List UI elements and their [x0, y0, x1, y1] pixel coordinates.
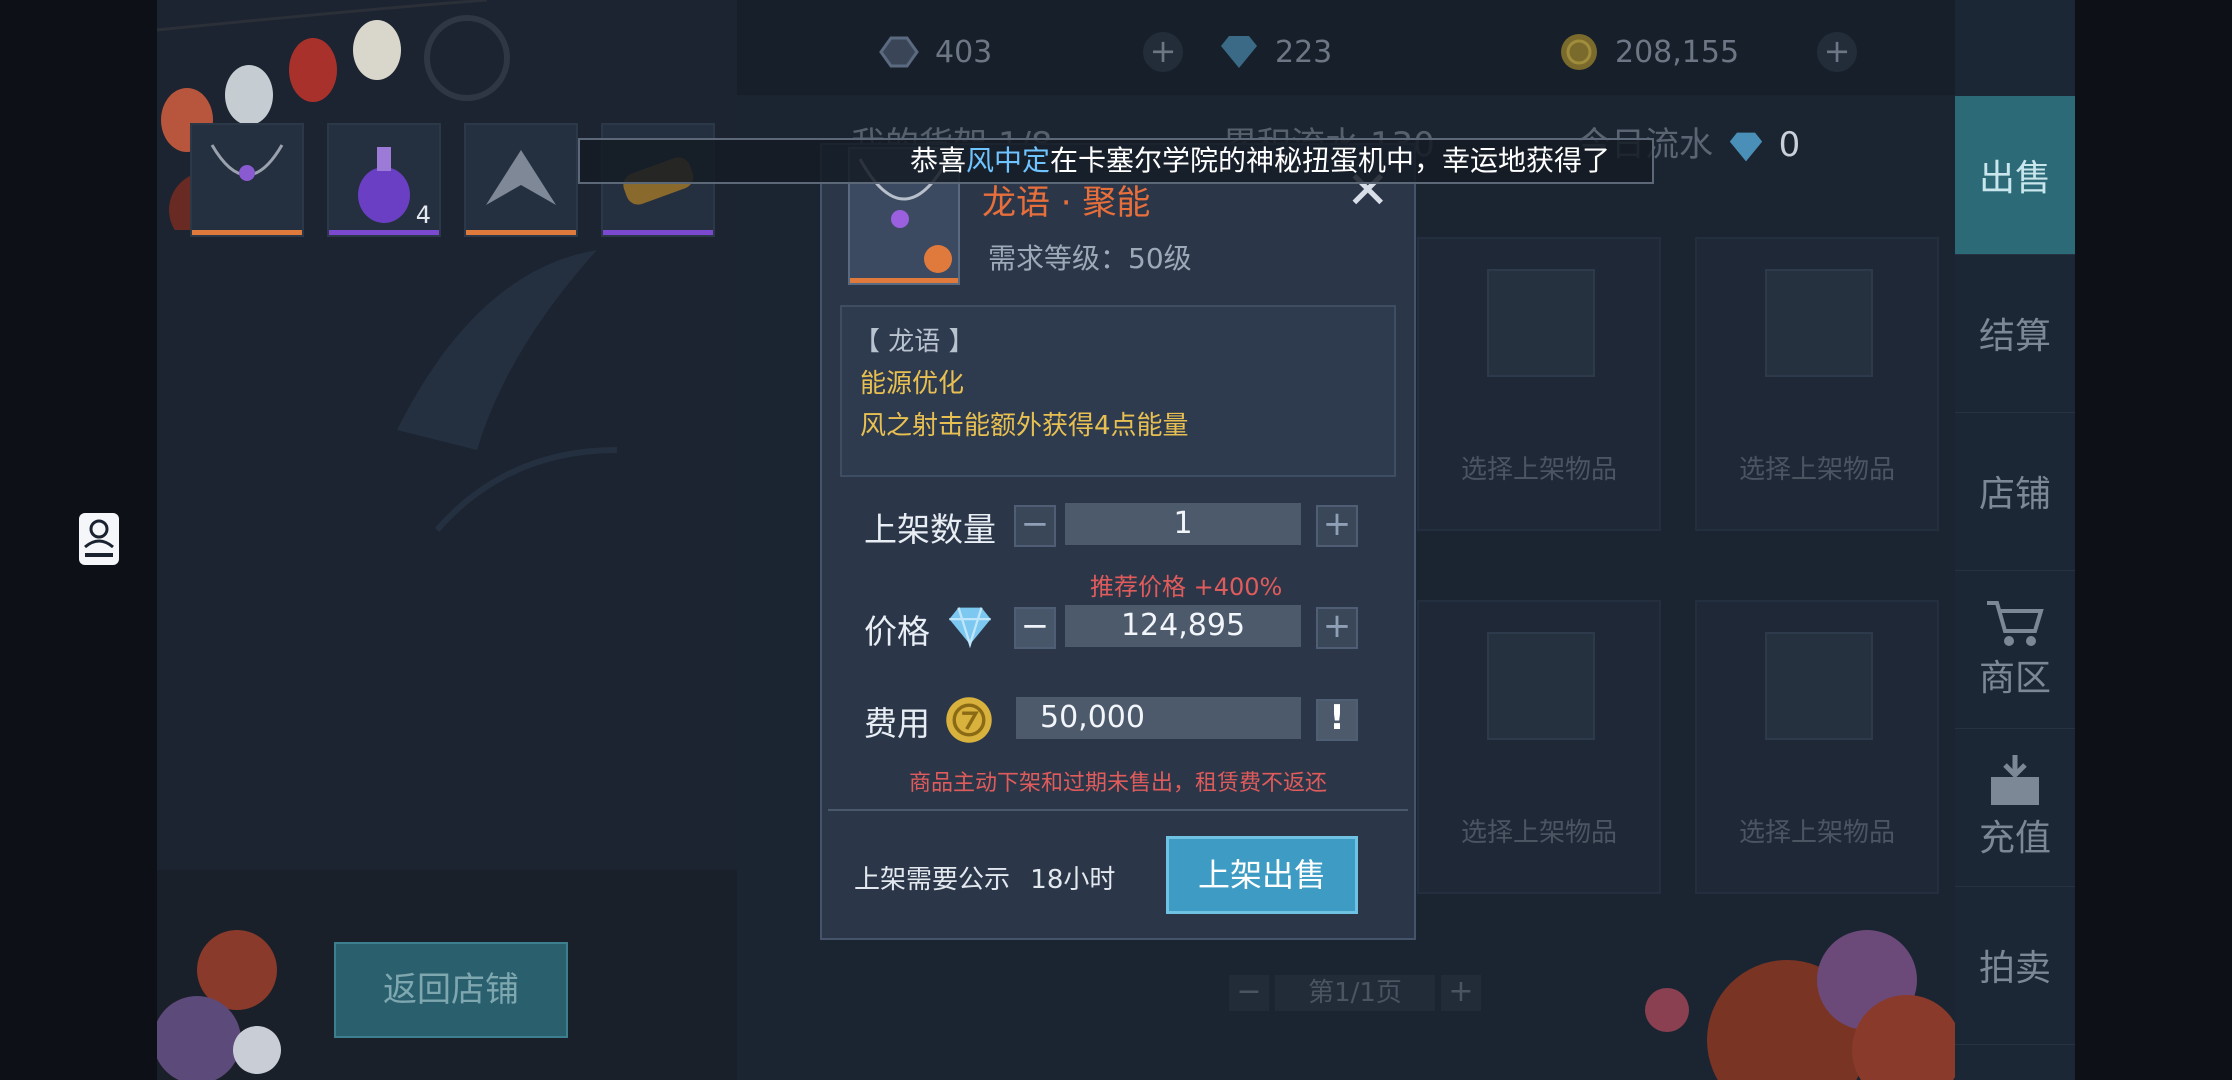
tab-market[interactable]: 商区	[1955, 570, 2075, 729]
prev-page-button[interactable]: −	[1229, 975, 1269, 1011]
right-black-strip	[2075, 0, 2232, 1080]
contact-icon[interactable]	[79, 513, 119, 565]
slot-placeholder: 选择上架物品	[1460, 818, 1617, 848]
quantity-plus-button[interactable]: +	[1316, 505, 1358, 547]
slot-placeholder: 选择上架物品	[1738, 818, 1895, 848]
broadcast-text: 恭喜风中定在卡塞尔学院的神秘扭蛋机中，幸运地获得了	[910, 140, 1610, 182]
desc-line2: 风之射击能额外获得4点能量	[860, 411, 1189, 441]
currency-bar: 403 + 223 208,155 + ✕	[737, 0, 2027, 95]
gold-coin-icon	[1561, 34, 1597, 70]
tab-recharge[interactable]: 充值	[1955, 728, 2075, 887]
add-gold-button[interactable]: +	[1817, 32, 1857, 72]
divider	[828, 809, 1408, 811]
broadcast-player: 风中定	[966, 144, 1051, 177]
return-shop-button[interactable]: 返回店铺	[334, 942, 568, 1038]
stall-slot[interactable]: 选择上架物品	[1695, 600, 1939, 894]
desc-tag: 【 龙语 】	[854, 327, 975, 357]
publicity-time: 18小时	[1030, 865, 1116, 895]
stall-slot[interactable]: 选择上架物品	[1417, 600, 1661, 894]
fee-warning: 商品主动下架和过期未售出，租赁费不返还	[908, 771, 1327, 796]
description-box: 【 龙语 】 能源优化 风之射击能额外获得4点能量	[840, 305, 1396, 477]
fee-label: 费用	[864, 704, 930, 743]
price-plus-button[interactable]: +	[1316, 607, 1358, 649]
inventory-footer: 返回店铺	[157, 870, 737, 1080]
publicity-text: 上架需要公示	[854, 865, 1011, 895]
price-label: 价格	[864, 612, 930, 651]
price-minus-button[interactable]: −	[1014, 607, 1056, 649]
add-crystal-button[interactable]: +	[1143, 32, 1183, 72]
gold-coin-icon	[946, 697, 992, 743]
item-count: 4	[415, 201, 431, 229]
inventory-item-necklace[interactable]	[190, 123, 304, 237]
tab-label: 拍卖	[1978, 948, 2051, 989]
cart-icon	[1987, 601, 2044, 646]
next-page-button[interactable]: +	[1441, 975, 1481, 1011]
diamond-icon	[1221, 36, 1257, 68]
slot-placeholder: 选择上架物品	[1460, 455, 1617, 485]
slot-placeholder: 选择上架物品	[1738, 455, 1895, 485]
crystal-icon	[879, 36, 919, 68]
gold-value: 208,155	[1615, 34, 1740, 70]
desc-line1: 能源优化	[860, 369, 965, 399]
diamond-value: 223	[1275, 34, 1333, 70]
crane-decoration	[397, 250, 618, 532]
flower-decoration	[1645, 930, 1955, 1080]
today-flow-value: 0	[1778, 125, 1801, 165]
quantity-label: 上架数量	[864, 510, 996, 549]
crystal-currency: 403	[877, 28, 992, 76]
diamond-currency: 223	[1217, 28, 1332, 76]
sell-item-dialog: 龙语 · 聚能 需求等级：50级 ✕ 【 龙语 】 能源优化 风之射击能额外获得…	[820, 143, 1416, 940]
diamond-icon	[1729, 132, 1763, 161]
tab-label: 出售	[1978, 158, 2051, 199]
gold-currency: 208,155	[1557, 28, 1739, 76]
required-level: 需求等级：50级	[988, 242, 1192, 275]
tab-label: 商区	[1978, 658, 2051, 699]
tab-shop[interactable]: 店铺	[1955, 412, 2075, 571]
stall-slot[interactable]: 选择上架物品	[1695, 237, 1939, 531]
broadcast-prefix: 恭喜	[910, 144, 967, 177]
side-tab-bar: 出售 结算 店铺 商区 充值 拍卖	[1955, 0, 2075, 1080]
inventory-item-potion[interactable]: 4	[327, 123, 441, 237]
tab-label: 店铺	[1978, 474, 2051, 515]
inventory-item-wing-crest[interactable]	[464, 123, 578, 237]
fee-value: 50,000	[1016, 697, 1301, 739]
crystal-value: 403	[935, 34, 993, 70]
stall-slot[interactable]: 选择上架物品	[1417, 237, 1661, 531]
tab-settle[interactable]: 结算	[1955, 254, 2075, 413]
quantity-input[interactable]: 1	[1065, 503, 1301, 545]
tab-sell[interactable]: 出售	[1955, 96, 2075, 255]
system-broadcast: 恭喜风中定在卡塞尔学院的神秘扭蛋机中，幸运地获得了	[578, 138, 1654, 184]
recommend-price: 推荐价格 +400%	[1090, 573, 1283, 601]
quantity-minus-button[interactable]: −	[1014, 505, 1056, 547]
tab-auction[interactable]: 拍卖	[1955, 886, 2075, 1045]
fee-info-button[interactable]: !	[1316, 699, 1358, 741]
list-for-sale-button[interactable]: 上架出售	[1166, 836, 1358, 914]
broadcast-suffix: 在卡塞尔学院的神秘扭蛋机中，幸运地获得了	[1050, 144, 1611, 177]
tab-label: 结算	[1978, 316, 2051, 357]
price-input[interactable]: 124,895	[1065, 605, 1301, 647]
diamond-icon	[949, 607, 991, 649]
publicity-label: 上架需要公示 18小时	[854, 859, 1115, 896]
tab-label: 充值	[1978, 818, 2051, 859]
page-indicator: 第1/1页	[1275, 975, 1435, 1011]
recharge-icon	[1991, 755, 2039, 805]
